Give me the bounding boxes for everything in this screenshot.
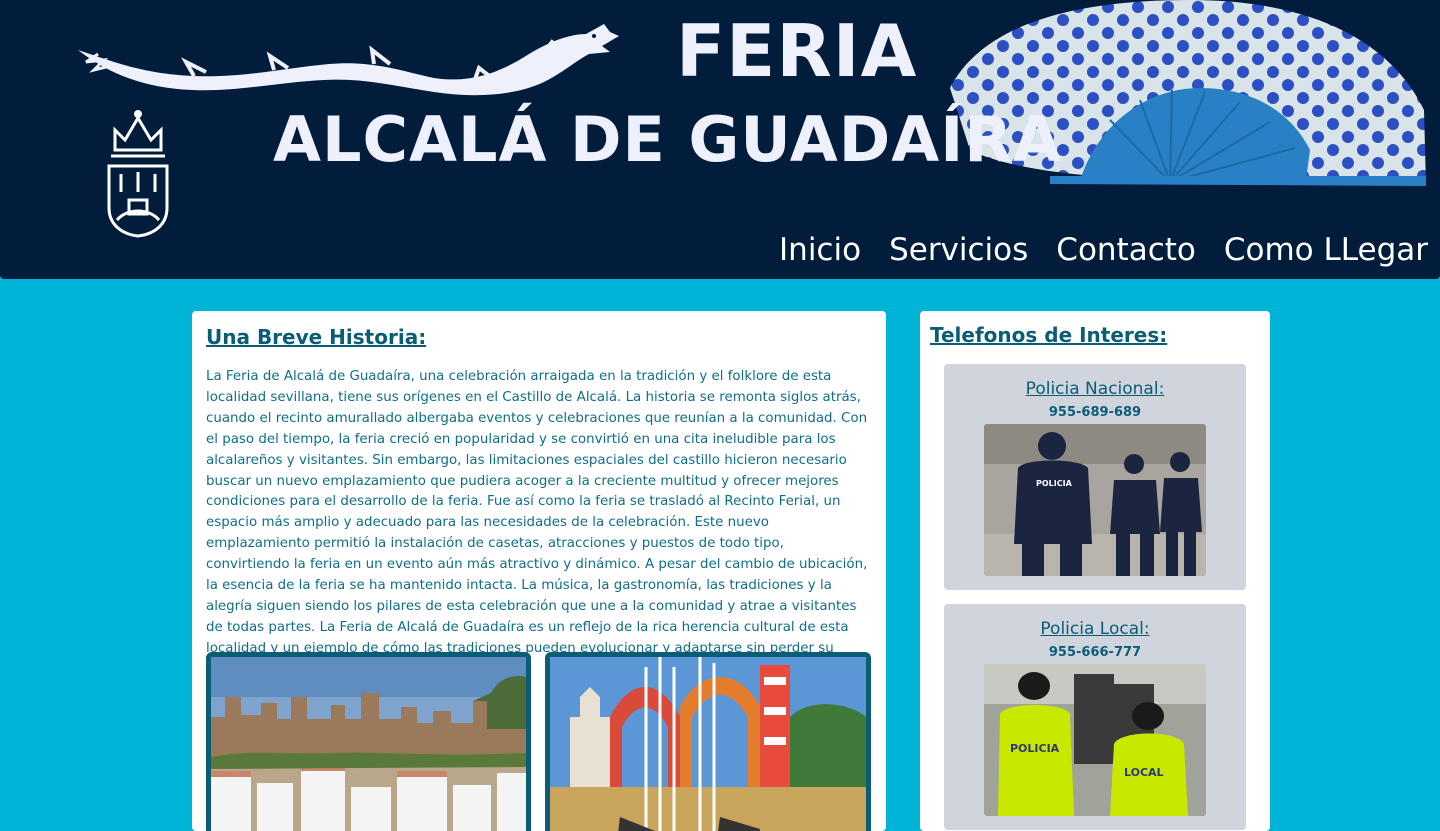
- history-text: La Feria de Alcalá de Guadaíra, una cele…: [206, 369, 868, 677]
- police-national-photo: POLICIA: [984, 424, 1206, 576]
- nav-link-inicio[interactable]: Inicio: [779, 226, 861, 274]
- site-title-town: ALCALÁ DE GUADAÍRA: [273, 103, 1063, 176]
- contact-name-link[interactable]: Policia Nacional:: [944, 379, 1246, 399]
- contact-card-policia-nacional: Policia Nacional: 955-689-689 POLICIA: [944, 364, 1246, 590]
- site-title-feria: FERIA: [676, 9, 918, 93]
- site-header: FERIA ALCALÁ DE GUADAÍRA Inicio Servicio…: [0, 0, 1440, 279]
- contact-name-link[interactable]: Policia Local:: [944, 619, 1246, 639]
- contact-phone: 955-689-689: [1048, 405, 1142, 420]
- fair-gate-photo: [545, 652, 871, 831]
- contact-phone: 955-666-777: [1048, 645, 1142, 660]
- badge-text: POLICIA: [1036, 479, 1073, 488]
- vest-text-1: POLICIA: [1010, 742, 1060, 755]
- phones-heading: Telefonos de Interes:: [930, 323, 1168, 347]
- main-nav: Inicio Servicios Contacto Como LLegar: [779, 226, 1428, 274]
- police-local-photo: POLICIA LOCAL: [984, 664, 1206, 816]
- nav-link-contacto[interactable]: Contacto: [1056, 226, 1196, 274]
- history-heading: Una Breve Historia:: [206, 325, 427, 349]
- nav-link-servicios[interactable]: Servicios: [889, 226, 1028, 274]
- coat-of-arms-icon: [107, 110, 169, 238]
- castle-photo: [206, 652, 531, 831]
- vest-text-2: LOCAL: [1124, 766, 1164, 779]
- nav-link-como-llegar[interactable]: Como LLegar: [1224, 226, 1428, 274]
- contact-card-policia-local: Policia Local: 955-666-777 POLICIA LOCAL: [944, 604, 1246, 830]
- history-card: Una Breve Historia: La Feria de Alcalá d…: [192, 311, 886, 831]
- phones-card: Telefonos de Interes: Policia Nacional: …: [920, 311, 1270, 831]
- dragon-logo: [78, 24, 619, 96]
